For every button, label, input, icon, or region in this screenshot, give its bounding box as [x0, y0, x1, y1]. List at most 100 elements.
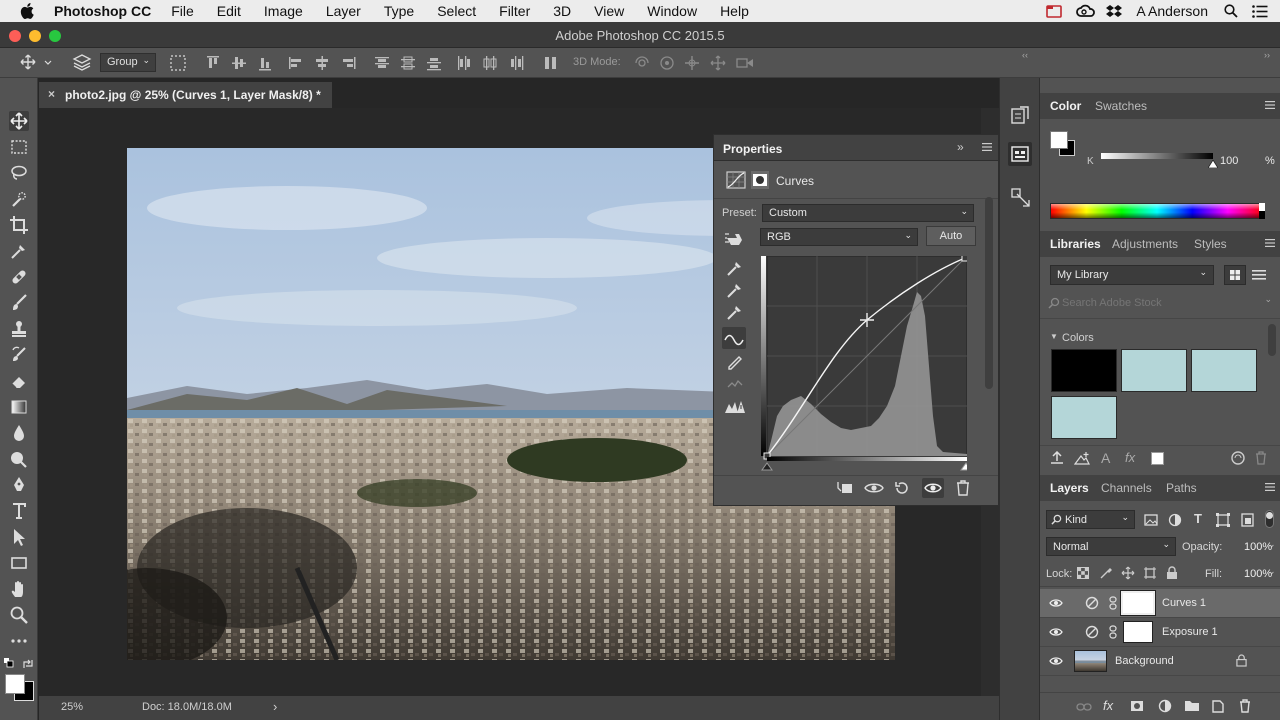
auto-button[interactable]: Auto — [926, 226, 976, 246]
library-color-swatch[interactable] — [1051, 349, 1117, 392]
distribute-right-icon[interactable] — [508, 55, 524, 71]
new-adjustment-layer-icon[interactable] — [1158, 699, 1172, 713]
zoom-level[interactable]: 25% — [61, 701, 83, 713]
layer-visibility-eye-icon[interactable] — [1049, 626, 1063, 638]
panel-menu-icon[interactable] — [1265, 101, 1275, 109]
layer-visibility-eye-icon[interactable] — [1049, 655, 1063, 667]
properties-scrollbar[interactable] — [985, 197, 993, 389]
align-right-edges-icon[interactable] — [340, 55, 356, 71]
notification-center-icon[interactable] — [1252, 4, 1268, 18]
delete-adjustment-icon[interactable] — [956, 480, 970, 496]
toggle-visibility-eye-icon[interactable] — [922, 478, 944, 498]
layer-row-exposure[interactable]: Exposure 1 — [1040, 618, 1280, 647]
menu-view[interactable]: View — [594, 3, 624, 19]
smooth-curve-icon[interactable] — [726, 375, 744, 393]
status-menu-arrow-icon[interactable]: › — [273, 699, 277, 714]
healing-brush-tool-icon[interactable] — [9, 267, 29, 287]
path-selection-tool-icon[interactable] — [9, 527, 29, 547]
clip-to-layer-icon[interactable] — [836, 480, 854, 496]
lock-position-icon[interactable] — [1121, 566, 1135, 580]
blur-tool-icon[interactable] — [9, 423, 29, 443]
pen-tool-icon[interactable] — [9, 475, 29, 495]
default-colors-icon[interactable] — [4, 658, 14, 668]
view-previous-state-icon[interactable] — [864, 480, 884, 496]
3d-slide-icon[interactable] — [710, 55, 726, 71]
eyedropper-tool-icon[interactable] — [9, 241, 29, 261]
menu-help[interactable]: Help — [720, 3, 749, 19]
color-spectrum-ramp[interactable] — [1050, 203, 1264, 219]
chevron-down-icon[interactable]: ⌄ — [1268, 539, 1276, 550]
new-group-icon[interactable] — [1184, 699, 1200, 712]
colors-group-label[interactable]: Colors — [1062, 332, 1094, 344]
tab-color[interactable]: Color — [1050, 99, 1081, 113]
3d-pan-icon[interactable] — [684, 55, 700, 71]
add-character-style-icon[interactable]: A — [1101, 450, 1110, 466]
tab-channels[interactable]: Channels — [1101, 481, 1152, 495]
delete-layer-icon[interactable] — [1239, 699, 1251, 713]
link-layers-icon[interactable] — [1076, 702, 1092, 712]
filter-shape-layers-icon[interactable] — [1216, 513, 1230, 527]
delete-library-item-icon[interactable] — [1255, 451, 1267, 465]
stock-search-field[interactable]: ⌄ — [1046, 293, 1274, 315]
collapse-panel-icon[interactable]: » — [957, 140, 964, 154]
quick-selection-tool-icon[interactable] — [9, 189, 29, 209]
tab-adjustments[interactable]: Adjustments — [1112, 237, 1178, 251]
add-layer-style-icon[interactable]: fx — [1125, 450, 1135, 465]
swap-colors-icon[interactable] — [22, 658, 34, 670]
user-name[interactable]: A Anderson — [1136, 3, 1208, 19]
library-color-swatch[interactable] — [1191, 349, 1257, 392]
menu-type[interactable]: Type — [384, 3, 414, 19]
rectangle-tool-icon[interactable] — [9, 553, 29, 573]
k-value[interactable]: 100 — [1220, 155, 1238, 167]
clipping-warning-icon[interactable] — [724, 399, 746, 415]
3d-scale-icon[interactable] — [736, 55, 754, 71]
align-bottom-edges-icon[interactable] — [257, 55, 273, 71]
menu-image[interactable]: Image — [264, 3, 303, 19]
spotlight-search-icon[interactable] — [1224, 4, 1238, 18]
layer-mask-thumbnail[interactable] — [1123, 621, 1153, 643]
mask-link-chain-icon[interactable] — [1109, 596, 1117, 610]
black-point-eyedropper-icon[interactable] — [726, 259, 744, 277]
new-layer-icon[interactable] — [1211, 699, 1225, 713]
close-document-icon[interactable]: × — [48, 87, 55, 101]
lock-transparent-pixels-icon[interactable] — [1077, 567, 1089, 579]
tab-styles[interactable]: Styles — [1194, 237, 1227, 251]
distribute-horizontal-centers-icon[interactable] — [482, 55, 498, 71]
panel-menu-icon[interactable] — [1265, 483, 1275, 491]
document-tab[interactable]: × photo2.jpg @ 25% (Curves 1, Layer Mask… — [39, 82, 332, 108]
white-point-eyedropper-icon[interactable] — [726, 303, 744, 321]
menu-layer[interactable]: Layer — [326, 3, 361, 19]
history-brush-tool-icon[interactable] — [9, 345, 29, 365]
lock-all-icon[interactable] — [1166, 566, 1178, 580]
collapse-triangle-icon[interactable]: ▼ — [1050, 332, 1058, 341]
auto-select-target-select[interactable]: Group ⌄ — [100, 53, 156, 72]
add-layer-style-icon[interactable]: fx — [1103, 698, 1113, 713]
layer-filter-toggle[interactable] — [1265, 510, 1274, 528]
filter-smart-objects-icon[interactable] — [1241, 513, 1255, 527]
layer-name[interactable]: Exposure 1 — [1162, 626, 1218, 638]
add-layer-mask-icon[interactable] — [1130, 699, 1144, 713]
3d-roll-icon[interactable] — [659, 55, 675, 71]
align-top-edges-icon[interactable] — [205, 55, 221, 71]
filter-type-layers-icon[interactable]: T — [1194, 511, 1202, 526]
move-tool-icon[interactable] — [9, 111, 29, 131]
collapse-panels-icon[interactable]: ‹‹ — [1022, 50, 1028, 60]
expand-panels-icon[interactable]: ›› — [1264, 50, 1270, 60]
creative-cloud-icon[interactable] — [1076, 4, 1096, 18]
menu-file[interactable]: File — [171, 3, 194, 19]
menu-filter[interactable]: Filter — [499, 3, 530, 19]
3d-orbit-icon[interactable] — [634, 55, 650, 71]
align-left-edges-icon[interactable] — [288, 55, 304, 71]
properties-panel-title[interactable]: Properties — [723, 142, 782, 156]
libraries-scrollbar[interactable] — [1268, 324, 1276, 356]
targeted-adjustment-hand-icon[interactable] — [724, 230, 744, 246]
layer-visibility-eye-icon[interactable] — [1049, 597, 1063, 609]
tab-libraries[interactable]: Libraries — [1050, 237, 1101, 251]
foreground-color-swatch[interactable] — [5, 674, 25, 694]
marquee-tool-icon[interactable] — [9, 137, 29, 157]
layer-row-background[interactable]: Background — [1040, 647, 1280, 676]
gradient-tool-icon[interactable] — [9, 397, 29, 417]
transform-controls-icon[interactable] — [170, 55, 186, 71]
menu-app-name[interactable]: Photoshop CC — [54, 3, 151, 19]
curves-adjustment-icon[interactable] — [726, 171, 746, 189]
